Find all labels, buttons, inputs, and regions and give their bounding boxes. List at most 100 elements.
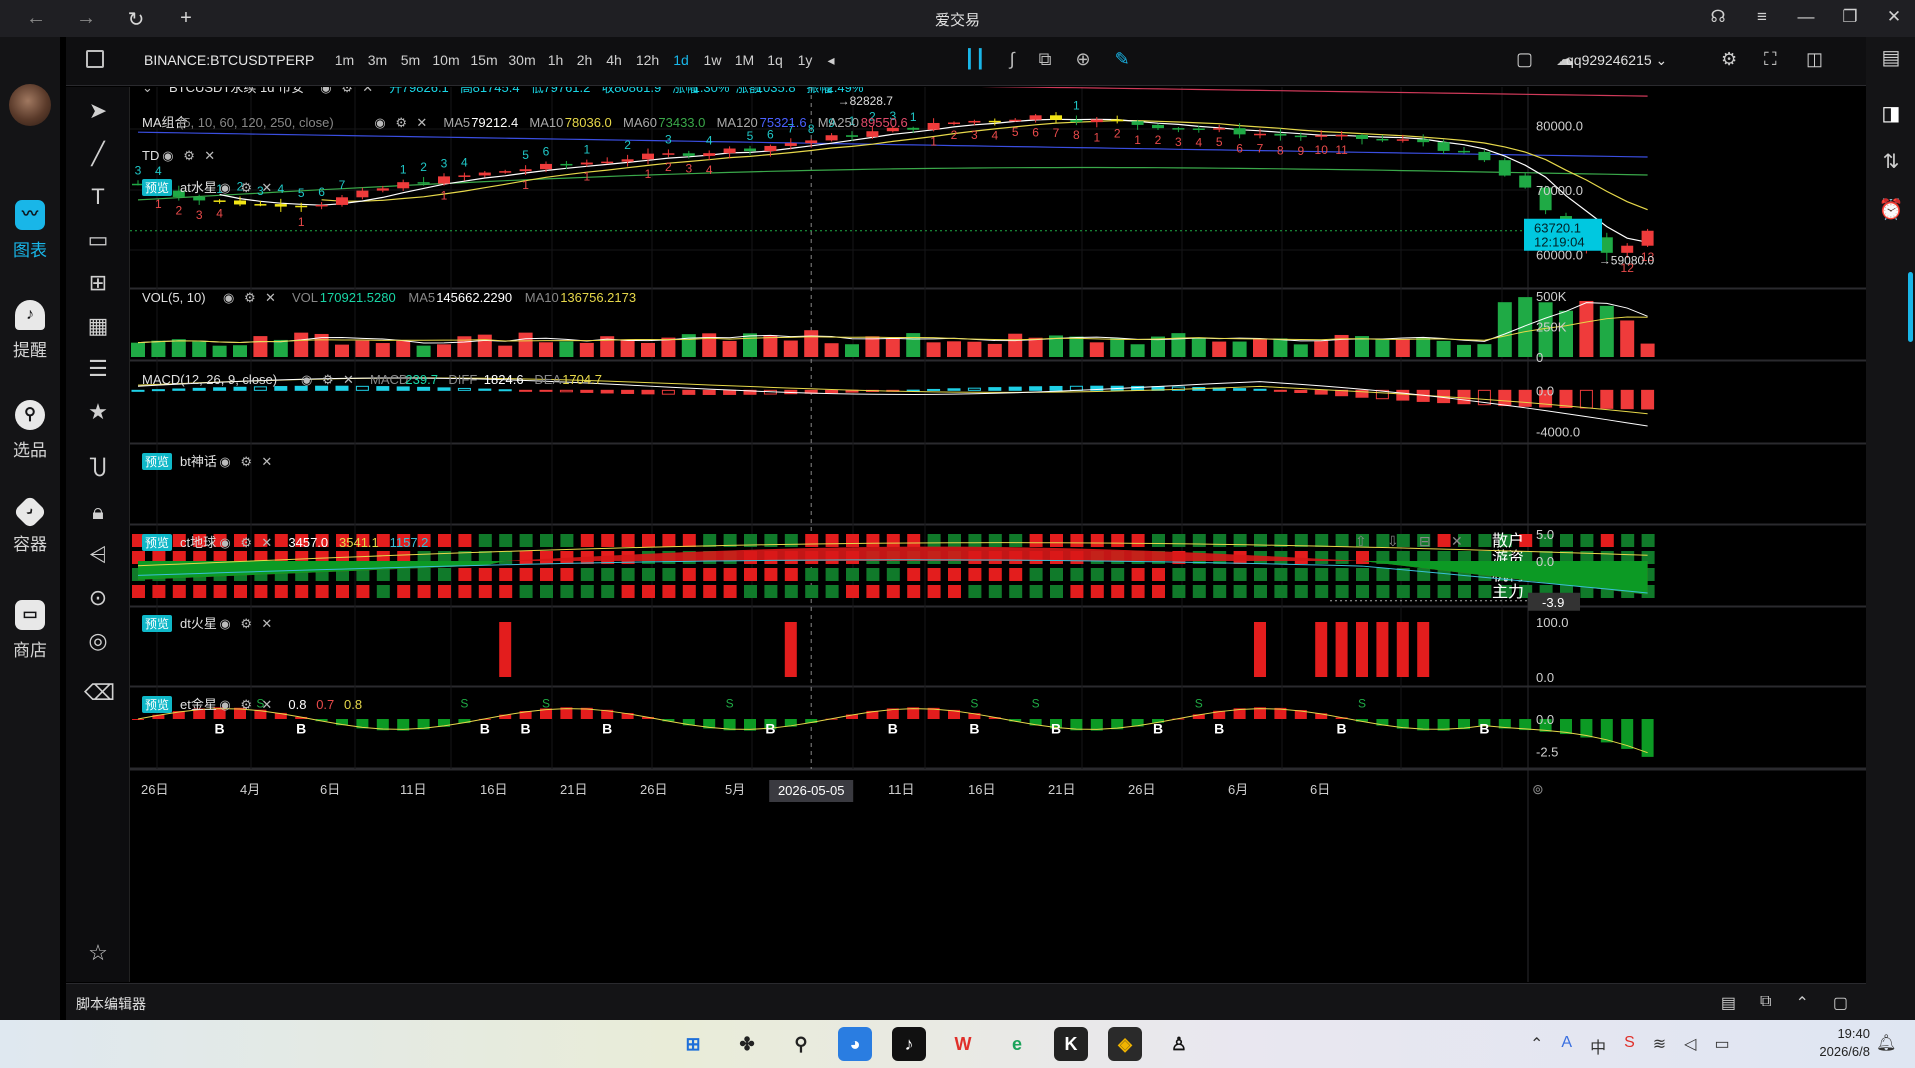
visibility-eye-icon: ◉ — [162, 148, 173, 163]
add-alert-icon[interactable]: ⊕ — [1075, 49, 1090, 70]
candle-body — [1192, 128, 1205, 130]
bt-signal-cell — [1294, 568, 1308, 581]
alarm-clock-icon[interactable]: ⏰ — [1878, 197, 1904, 223]
edge-browser-icon[interactable]: e — [1000, 1027, 1034, 1061]
td-up-count: 5 — [747, 129, 754, 143]
chevron-up-icon[interactable]: ⌃ — [1530, 1034, 1543, 1058]
panel-toggle-icon[interactable]: ◫ — [1806, 49, 1823, 70]
ai-icon[interactable]: A — [1561, 1034, 1572, 1058]
sidebar-toggle-icon[interactable] — [86, 50, 104, 68]
app-tray-icon[interactable]: S — [1624, 1034, 1635, 1058]
interval-12h[interactable]: 12h — [629, 52, 666, 69]
td-up-count: 4 — [706, 133, 713, 147]
candle-body — [376, 188, 389, 191]
taskbar-clock[interactable]: 19:40 2026/6/8 — [1800, 1025, 1870, 1061]
battery-icon[interactable]: ▭ — [1714, 1034, 1729, 1058]
nav-item-select[interactable]: ⚲ 选品 — [0, 400, 60, 461]
maximize-panel-icon[interactable]: ▢ — [1833, 993, 1848, 1013]
lock-icon[interactable]: 🔒︎ — [84, 498, 112, 526]
scrollbar[interactable] — [1908, 272, 1913, 342]
candlestick-type-icon[interactable]: ┃┃ — [964, 49, 986, 70]
minimize-icon[interactable]: — — [1795, 7, 1817, 27]
settings-gear-icon[interactable]: ⚙ — [1721, 49, 1737, 70]
interval-collapse-icon[interactable]: ◂ — [820, 52, 842, 69]
rectangle-tool-icon[interactable]: ▭ — [84, 226, 112, 254]
flag-icon[interactable]: ◨ — [1878, 101, 1904, 127]
nav-item-chart[interactable]: 〰 图表 — [0, 200, 60, 261]
interval-5m[interactable]: 5m — [394, 52, 427, 69]
order-book-icon[interactable]: ⇅ — [1878, 149, 1904, 175]
interval-1y[interactable]: 1y — [790, 52, 820, 69]
fib-tool-icon[interactable]: ☰ — [84, 355, 112, 383]
script-editor-tab[interactable]: 脚本编辑器 — [76, 994, 146, 1014]
trend-line-icon[interactable]: ╱ — [84, 140, 112, 168]
compare-icon[interactable]: ⧉ — [1039, 49, 1052, 70]
interval-1w[interactable]: 1w — [696, 52, 729, 69]
nav-item-store[interactable]: ▭ 商店 — [0, 600, 60, 661]
bt-signal-cell — [499, 585, 513, 598]
headset-icon[interactable]: ☊ — [1707, 7, 1729, 27]
interval-1h[interactable]: 1h — [541, 52, 570, 69]
favorites-star-outline-icon[interactable]: ☆ — [84, 939, 112, 967]
td-down-count: 1 — [522, 178, 529, 192]
fullscreen-icon[interactable]: ⛶ — [1764, 49, 1777, 70]
interval-10m[interactable]: 10m — [427, 52, 465, 69]
chart-canvas[interactable]: 3 41 2 3 4 5 671 2 3 45 6 1 2 3 4 5 6 7 8 9 1 2 3 111 2 3 41111 12 3… — [130, 87, 1866, 982]
bird-app-icon[interactable]: ◕ — [838, 1027, 872, 1061]
drawing-edit-icon[interactable]: ✎ — [1115, 49, 1130, 70]
indicator-icon[interactable]: ∫ — [1010, 49, 1015, 70]
candle-body — [417, 182, 430, 184]
interval-30m[interactable]: 30m — [503, 52, 541, 69]
volume-icon[interactable]: ◁ — [1684, 1034, 1696, 1058]
notification-bell-icon[interactable]: 🔔︎ — [1876, 1033, 1896, 1053]
nav-item-container[interactable]: › 容器 — [0, 495, 60, 555]
measure-tool-icon[interactable]: ⊞ — [84, 269, 112, 297]
interval-1d[interactable]: 1d — [666, 52, 696, 69]
remove-close-icon: ✕ — [265, 290, 276, 305]
popout-icon[interactable]: ⧉ — [1760, 993, 1771, 1013]
hide-eye-icon[interactable]: ◎ — [84, 627, 112, 655]
trading-app-icon[interactable]: ◈ — [1108, 1027, 1142, 1061]
filter-icon[interactable]: ⩤ — [84, 541, 112, 569]
tiktok-icon[interactable]: ♪ — [892, 1027, 926, 1061]
close-icon[interactable]: ✕ — [1883, 7, 1905, 27]
symbol-selector[interactable]: BINANCE:BTCUSDTPERP — [144, 52, 314, 68]
wifi-icon[interactable]: ≋ — [1653, 1034, 1666, 1058]
widget-panel-icon[interactable]: ▤ — [1878, 45, 1904, 71]
interval-4h[interactable]: 4h — [599, 52, 629, 69]
interval-3m[interactable]: 3m — [361, 52, 394, 69]
magnet-icon[interactable]: Ⴎ — [84, 455, 112, 483]
qq-penguin-icon[interactable]: ♙ — [1162, 1027, 1196, 1061]
wps-icon[interactable]: W — [946, 1027, 980, 1061]
text-tool-icon[interactable]: T — [84, 183, 112, 211]
hamburger-menu-icon[interactable]: ≡ — [1751, 7, 1773, 27]
crosshair-icon[interactable]: ⊙ — [84, 584, 112, 612]
bt-signal-cell — [703, 534, 717, 547]
interval-15m[interactable]: 15m — [465, 52, 503, 69]
eraser-icon[interactable]: ⌫ — [84, 679, 115, 707]
grid-tool-icon[interactable]: ▦ — [84, 312, 112, 340]
bt-signal-cell — [580, 585, 594, 598]
bt-signal-cell — [1294, 551, 1308, 564]
restore-icon[interactable]: ❐ — [1839, 7, 1861, 27]
layout-square-icon[interactable]: ▢ — [1516, 49, 1533, 70]
dt-signal-bar — [1396, 622, 1409, 677]
nav-item-alert[interactable]: ♪ 提醒 — [0, 300, 60, 361]
chevron-up-icon[interactable]: ⌃ — [1795, 993, 1808, 1013]
favorite-star-icon[interactable]: ★ — [84, 398, 112, 426]
taskbar-search-icon[interactable]: ⚲ — [784, 1027, 818, 1061]
bt-signal-cell — [193, 585, 207, 598]
close-value: 80861.9 — [614, 87, 661, 95]
interval-1q[interactable]: 1q — [760, 52, 790, 69]
account-dropdown[interactable]: qq929246215 ⌄ — [1566, 52, 1667, 69]
ime-icon[interactable]: 中 — [1590, 1034, 1606, 1058]
interval-1m[interactable]: 1m — [328, 52, 361, 69]
pinwheel-icon[interactable]: ✤ — [730, 1027, 764, 1061]
kwai-icon[interactable]: K — [1054, 1027, 1088, 1061]
save-icon[interactable]: ▤ — [1721, 993, 1736, 1013]
avatar[interactable] — [9, 84, 51, 126]
interval-1M[interactable]: 1M — [729, 52, 760, 69]
interval-2h[interactable]: 2h — [570, 52, 599, 69]
cursor-arrow-icon[interactable]: ➤ — [84, 97, 112, 125]
start-windows-icon[interactable]: ⊞ — [676, 1027, 710, 1061]
